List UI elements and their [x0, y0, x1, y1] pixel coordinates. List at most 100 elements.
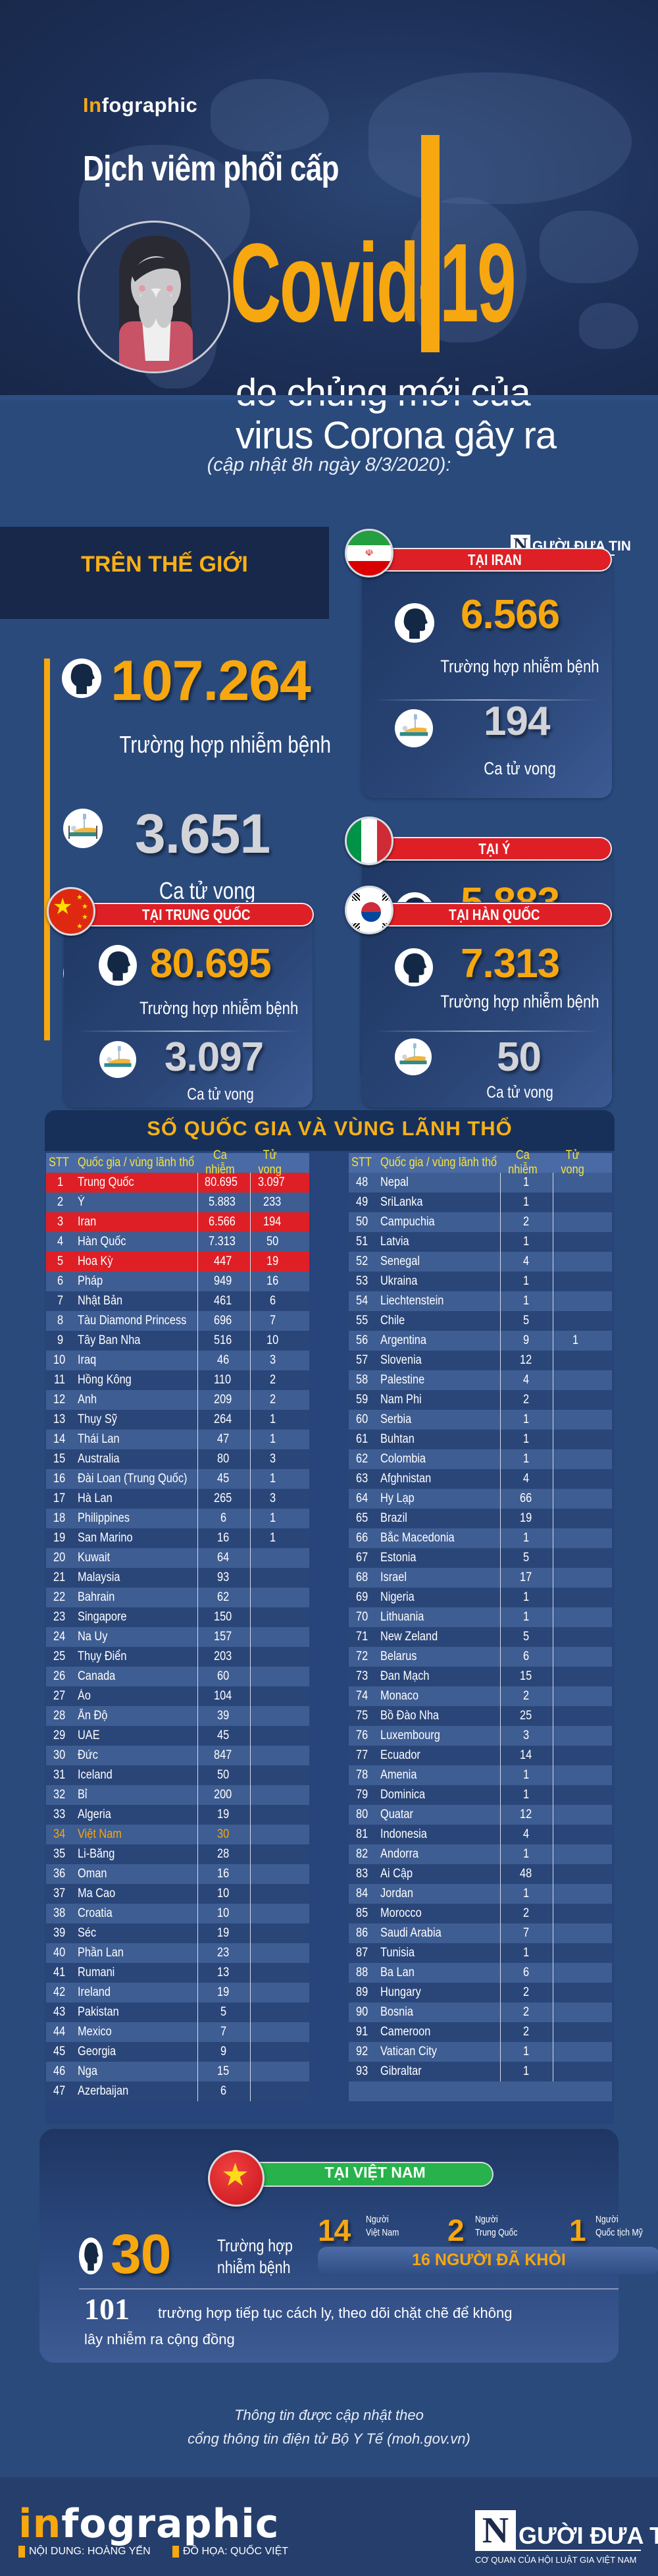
- cell-deaths: [250, 1943, 296, 1963]
- cell-country: Vatican City: [380, 2045, 437, 2058]
- table-row: 65 Brazil 19: [349, 1509, 612, 1528]
- cell-cases: 461: [197, 1291, 250, 1311]
- cell-cases: 949: [197, 1272, 250, 1291]
- cell-deaths: 1: [553, 1331, 599, 1351]
- table-row: 25 Thụy Điển 203: [46, 1647, 309, 1667]
- cell-country: Ireland: [78, 1985, 111, 1999]
- table-row: 91 Cameroon 2: [349, 2022, 612, 2042]
- cell-country: Đan Mạch: [380, 1669, 430, 1683]
- table-row: 16 Đài Loan (Trung Quốc) 45 1: [46, 1469, 309, 1489]
- cell-stt: 46: [53, 2064, 66, 2078]
- cell-cases: 3: [500, 1726, 553, 1746]
- table-row: 47 Azerbaijan 6: [46, 2081, 309, 2101]
- cell-stt: 71: [356, 1630, 368, 1644]
- cell-cases: 110: [197, 1370, 250, 1390]
- cell-cases: 60: [197, 1667, 250, 1686]
- cell-country: Gibraltar: [380, 2064, 422, 2078]
- table-row: 39 Séc 19: [46, 1923, 309, 1943]
- cell-stt: 62: [356, 1452, 368, 1466]
- cell-deaths: [250, 1844, 296, 1864]
- table-body-right: 48 Nepal 1 49 SriLanka 1 50 Campuchia 2 51 Latvia 1…: [349, 1173, 612, 2101]
- person-head-icon: [62, 658, 101, 698]
- table-row: 74 Monaco 2: [349, 1686, 612, 1706]
- cell-deaths: [553, 1588, 599, 1607]
- cell-stt: 60: [356, 1412, 368, 1426]
- cell-cases: 1: [500, 1272, 553, 1291]
- cell-country: Liechtenstein: [380, 1294, 444, 1308]
- cell-deaths: 19: [250, 1252, 296, 1272]
- cell-stt: 40: [53, 1946, 66, 1960]
- cell-country: Georgia: [78, 2045, 116, 2058]
- cell-cases: 6: [197, 2081, 250, 2101]
- table-row: 70 Lithuania 1: [349, 1607, 612, 1627]
- cell-country: Jordan: [380, 1887, 413, 1900]
- cell-cases: 5: [500, 1548, 553, 1568]
- cell-stt: 75: [356, 1709, 368, 1723]
- table-row: 88 Ba Lan 6: [349, 1963, 612, 1983]
- cell-deaths: [250, 2081, 296, 2101]
- cell-country: Hồng Kông: [78, 1373, 132, 1387]
- cell-deaths: [553, 1232, 599, 1252]
- cell-cases: 1: [500, 1588, 553, 1607]
- table-row: 27 Áo 104: [46, 1686, 309, 1706]
- cell-deaths: [553, 1983, 599, 2002]
- cell-deaths: 10: [250, 1331, 296, 1351]
- cell-deaths: 1: [250, 1528, 296, 1548]
- cell-country: Iran: [78, 1215, 97, 1229]
- cell-country: UAE: [78, 1729, 100, 1742]
- cell-country: Thái Lan: [78, 1432, 120, 1446]
- cell-country: Thụy Điển: [78, 1650, 127, 1663]
- cell-country: Australia: [78, 1452, 120, 1466]
- cell-deaths: [553, 1449, 599, 1469]
- vn-breakdown-value: 1: [569, 2213, 586, 2247]
- cell-deaths: [553, 1805, 599, 1825]
- cell-stt: 24: [53, 1630, 66, 1644]
- cell-country: Monaco: [380, 1689, 419, 1703]
- cell-country: Philippines: [78, 1511, 130, 1525]
- cell-country: San Marino: [78, 1531, 133, 1545]
- cell-stt: 83: [356, 1867, 368, 1881]
- table-row: 31 Iceland 50: [46, 1765, 309, 1785]
- cell-country: Canada: [78, 1669, 116, 1683]
- table-row: 81 Indonesia 4: [349, 1825, 612, 1844]
- cell-deaths: [553, 1272, 599, 1291]
- cell-stt: 3: [57, 1215, 63, 1229]
- footer-nguoi-dua-tin-logo: N GƯỜI ĐƯA TIN CƠ QUAN CỦA HỘI LUẬT GIA …: [475, 2510, 658, 2565]
- table-row: 8 Tàu Diamond Princess 696 7: [46, 1311, 309, 1331]
- cell-country: Bahrain: [78, 1590, 115, 1604]
- table-row: 61 Buhtan 1: [349, 1430, 612, 1449]
- cell-country: Iraq: [78, 1353, 97, 1367]
- table-row: 89 Hungary 2: [349, 1983, 612, 2002]
- cell-cases: 1: [500, 1785, 553, 1805]
- iran-banner: TẠI IRAN: [378, 548, 612, 572]
- vn-breakdown-value: 2: [447, 2213, 465, 2247]
- table-row: 42 Ireland 19: [46, 1983, 309, 2002]
- hospital-bed-icon: [395, 709, 433, 747]
- cell-country: Dominica: [380, 1788, 426, 1802]
- table-row: 20 Kuwait 64: [46, 1548, 309, 1568]
- cell-deaths: [553, 1746, 599, 1765]
- world-deaths-label: Ca tử vong: [159, 877, 256, 904]
- cell-country: Buhtan: [380, 1432, 415, 1446]
- korea-cases-label: Trường hợp nhiễm bệnh: [440, 992, 599, 1011]
- cell-deaths: [250, 1607, 296, 1627]
- table-row: 77 Ecuador 14: [349, 1746, 612, 1765]
- cell-deaths: [250, 1923, 296, 1943]
- cell-country: Morocco: [380, 1906, 422, 1920]
- table-row: 73 Đan Mạch 15: [349, 1667, 612, 1686]
- cell-cases: 1: [500, 1943, 553, 1963]
- table-row: 93 Gibraltar 1: [349, 2062, 612, 2081]
- iran-deaths-value: 194: [484, 699, 550, 744]
- hospital-bed-icon: [395, 1038, 432, 1075]
- cell-country: Hy Lạp: [380, 1491, 415, 1505]
- cell-deaths: 3: [250, 1351, 296, 1370]
- world-map-shape: [368, 72, 632, 204]
- cell-country: Bỉ: [78, 1788, 88, 1802]
- cell-cases: 1: [500, 1449, 553, 1469]
- table-row: 54 Liechtenstein 1: [349, 1291, 612, 1311]
- cell-stt: 36: [53, 1867, 66, 1881]
- cell-stt: 33: [53, 1808, 66, 1821]
- table-row: 76 Luxembourg 3: [349, 1726, 612, 1746]
- cell-deaths: [553, 1390, 599, 1410]
- cell-deaths: [553, 1825, 599, 1844]
